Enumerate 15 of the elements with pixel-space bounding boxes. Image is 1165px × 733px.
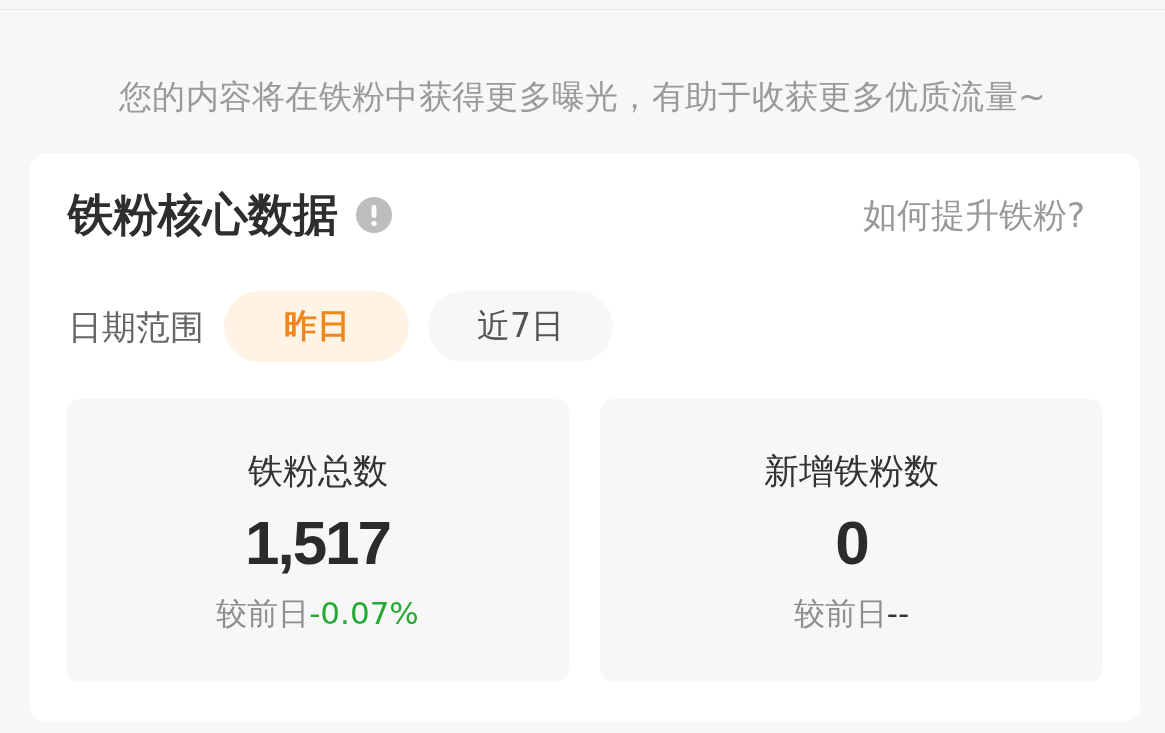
stat-value: 1,517 xyxy=(244,506,391,579)
notice-text: 您的内容将在铁粉中获得更多曝光，有助于收获更多优质流量~ xyxy=(118,76,1047,118)
compare-label: 较前日 xyxy=(216,593,310,633)
stat-value: 0 xyxy=(835,506,868,579)
card-title: 铁粉核心数据 xyxy=(68,187,338,243)
change-value: -- xyxy=(886,593,910,633)
date-tab[interactable]: 近7日 xyxy=(428,291,613,362)
compare-label: 较前日 xyxy=(793,593,887,633)
change-value: -0.07% xyxy=(309,593,419,633)
date-tab[interactable]: 昨日 xyxy=(224,291,409,362)
info-icon[interactable] xyxy=(356,197,392,233)
help-link[interactable]: 如何提升铁粉? xyxy=(862,192,1085,238)
date-range-label: 日期范围 xyxy=(68,305,204,349)
stat-label: 新增铁粉数 xyxy=(764,449,939,493)
stat-label: 铁粉总数 xyxy=(247,449,388,493)
